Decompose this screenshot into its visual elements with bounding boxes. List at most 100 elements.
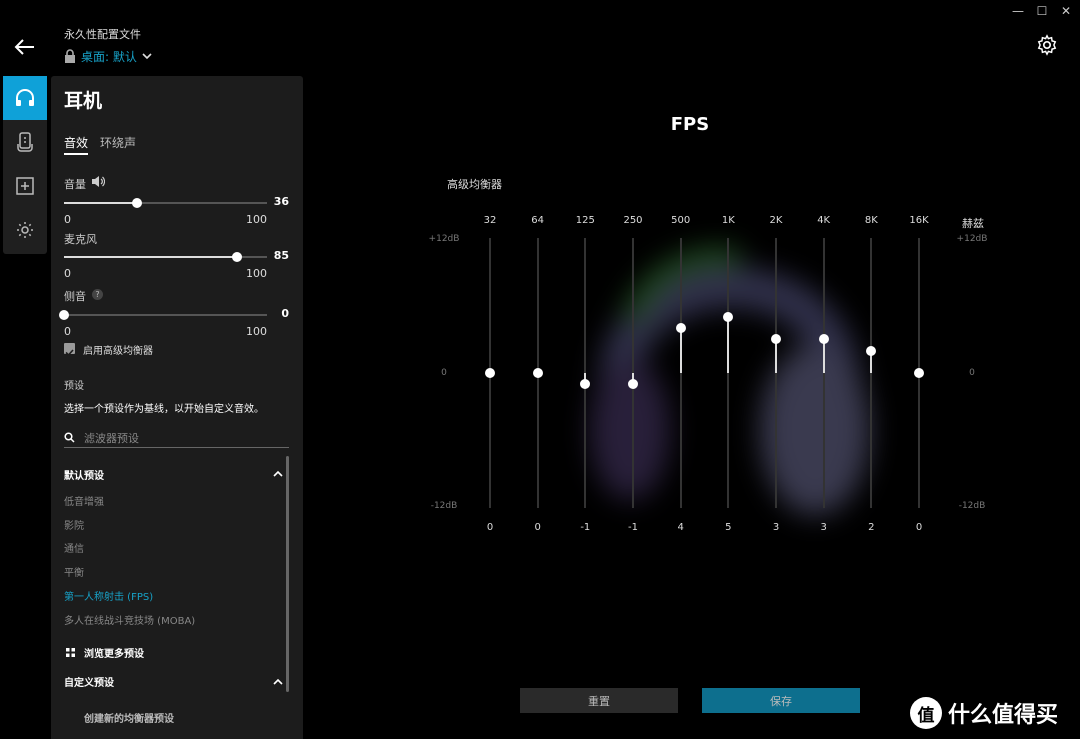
chevron-up-icon[interactable] <box>273 469 283 479</box>
minimize-button[interactable]: — <box>1008 4 1028 18</box>
eq-label: 高级均衡器 <box>447 178 502 191</box>
sidetone-slider-thumb[interactable] <box>59 310 69 320</box>
volume-max: 100 <box>246 213 267 226</box>
eq-band-fill <box>679 328 682 373</box>
mic-value: 85 <box>273 249 289 262</box>
eq-band-fill <box>775 339 777 373</box>
rail-headset[interactable] <box>3 76 47 120</box>
sidetone-max: 100 <box>246 325 267 338</box>
watermark: 值 什么值得买 <box>910 696 1058 730</box>
eq-band-value: -1 <box>628 522 638 533</box>
mic-slider-thumb[interactable] <box>231 252 242 262</box>
eq-band-value: 3 <box>772 522 780 533</box>
search-icon <box>64 432 75 443</box>
settings-gear-icon[interactable] <box>1036 34 1058 56</box>
preset-title: FPS <box>670 114 710 135</box>
eq-band-track[interactable] <box>822 238 825 508</box>
reset-button[interactable]: 重置 <box>520 688 678 713</box>
maximize-button[interactable]: ☐ <box>1032 4 1052 18</box>
volume-min: 0 <box>64 213 71 226</box>
rail-add[interactable] <box>3 164 47 208</box>
sidetone-value: 0 <box>281 307 289 320</box>
headset-background-image <box>590 247 870 515</box>
browse-more-presets[interactable]: 浏览更多预设 <box>84 645 144 660</box>
check-icon <box>65 349 74 357</box>
help-icon[interactable]: ? <box>92 289 103 300</box>
eq-band-track[interactable] <box>727 238 730 508</box>
tab-surround[interactable]: 环绕声 <box>100 134 136 151</box>
db-bottom-right: -12dB <box>958 501 986 511</box>
eq-band-value: 5 <box>725 522 732 533</box>
volume-label: 音量 <box>64 178 86 191</box>
sidetone-min: 0 <box>64 325 71 338</box>
mic-max: 100 <box>246 267 267 280</box>
volume-slider[interactable] <box>64 198 267 208</box>
mic-slider[interactable] <box>64 252 267 262</box>
eq-frequency-label: 8K <box>864 215 878 226</box>
profile-label: 永久性配置文件 <box>64 28 141 41</box>
mic-min: 0 <box>64 267 71 280</box>
mic-label: 麦克风 <box>64 233 97 246</box>
eq-band-handle[interactable] <box>675 323 686 333</box>
preset-item[interactable]: 平衡 <box>64 564 84 579</box>
sidetone-label: 侧音 <box>64 290 86 303</box>
panel-scrollbar[interactable] <box>286 456 289 692</box>
eq-band-handle[interactable] <box>532 368 543 378</box>
volume-slider-thumb[interactable] <box>132 198 143 208</box>
watermark-logo-char: 值 <box>917 705 935 726</box>
device-rail <box>3 76 47 254</box>
eq-band-track[interactable] <box>775 238 777 508</box>
eq-frequency-label: 2K <box>769 215 783 226</box>
preset-item-selected[interactable]: 第一人称射击 (FPS) <box>64 588 153 603</box>
preset-item[interactable]: 低音增强 <box>64 493 104 508</box>
panel-title: 耳机 <box>64 90 103 112</box>
preset-search-field[interactable]: 滤波器预设 <box>64 430 289 448</box>
eq-band-handle[interactable] <box>914 368 924 378</box>
save-button[interactable]: 保存 <box>702 688 860 713</box>
eq-band-value: 0 <box>486 522 494 533</box>
eq-frequency-label: 1K <box>721 215 735 226</box>
eq-frequency-label: 250 <box>623 215 643 226</box>
add-square-icon <box>16 177 34 195</box>
db-top-left: +12dB <box>428 234 460 244</box>
custom-presets-header[interactable]: 自定义预设 <box>64 674 114 689</box>
preset-heading: 预设 <box>64 381 84 392</box>
eq-band-fill <box>822 339 825 373</box>
profile-selector[interactable]: 桌面: 默认 <box>64 46 152 66</box>
advanced-eq-checkbox[interactable] <box>64 343 75 357</box>
eq-band-track[interactable] <box>679 238 682 508</box>
hz-unit-label: 赫兹 <box>962 217 984 230</box>
db-bottom-left: -12dB <box>430 501 458 511</box>
preset-item[interactable]: 通信 <box>64 540 84 555</box>
db-top-right: +12dB <box>956 234 988 244</box>
eq-band-value: 2 <box>868 522 875 533</box>
search-placeholder: 滤波器预设 <box>84 432 139 445</box>
preset-item[interactable]: 多人在线战斗竞技场 (MOBA) <box>64 612 195 627</box>
eq-band-handle[interactable] <box>818 334 829 345</box>
rail-microphone[interactable] <box>3 120 47 164</box>
eq-band-handle[interactable] <box>866 345 877 356</box>
profile-value: 桌面: 默认 <box>81 49 137 64</box>
eq-frequency-label: 500 <box>671 215 691 226</box>
rail-lighting[interactable] <box>3 208 47 252</box>
db-mid-right: 0 <box>969 368 975 378</box>
audio-settings-panel: 耳机 音效 环绕声 音量 36 0 100 麦克风 85 0 100 侧音 ? … <box>51 76 303 739</box>
eq-frequency-label: 16K <box>909 215 929 226</box>
advanced-eq-label[interactable]: 启用高级均衡器 <box>83 342 153 357</box>
eq-band-value: 3 <box>820 522 827 533</box>
close-button[interactable]: ✕ <box>1056 4 1076 18</box>
sidetone-slider[interactable] <box>59 310 267 320</box>
eq-band-value: -1 <box>580 522 591 533</box>
eq-band-value: 4 <box>677 522 684 533</box>
tab-sound-effects[interactable]: 音效 <box>64 134 89 155</box>
back-arrow-icon[interactable] <box>12 34 38 60</box>
chevron-up-icon[interactable] <box>273 677 283 687</box>
eq-band-value: 0 <box>534 522 541 533</box>
create-new-preset[interactable]: 创建新的均衡器预设 <box>84 710 174 725</box>
watermark-text: 什么值得买 <box>948 703 1059 728</box>
eq-band-handle[interactable] <box>485 368 495 378</box>
default-presets-header[interactable]: 默认预设 <box>64 467 104 482</box>
eq-band-track[interactable] <box>870 238 873 508</box>
preset-item[interactable]: 影院 <box>64 517 84 532</box>
lighting-sun-icon <box>17 222 33 238</box>
